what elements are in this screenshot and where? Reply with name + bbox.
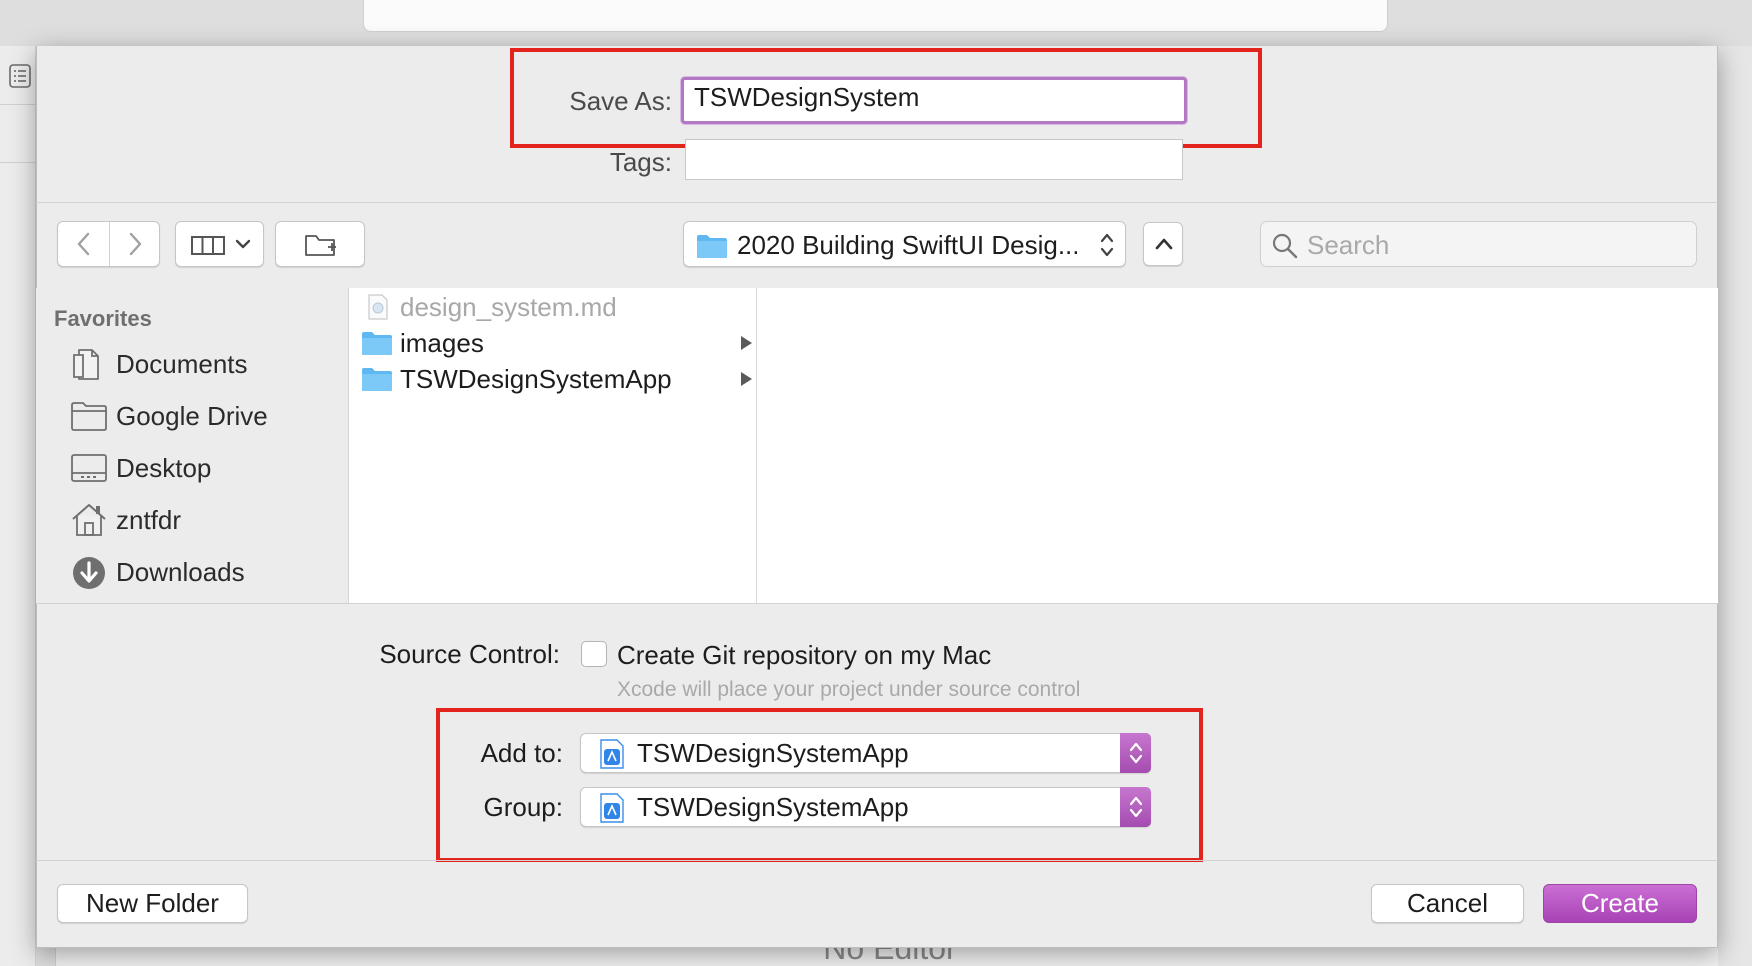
create-button[interactable]: Create <box>1543 884 1697 923</box>
sidebar-item-downloads[interactable]: Downloads <box>70 554 340 594</box>
chevron-down-icon <box>235 239 251 249</box>
column-view-icon <box>191 236 225 255</box>
file-row-tswdesignsystemapp[interactable]: TSWDesignSystemApp <box>361 362 752 396</box>
tags-label: Tags: <box>609 147 672 177</box>
folder-icon <box>362 332 392 355</box>
file-name: TSWDesignSystemApp <box>400 364 672 394</box>
file-name: design_system.md <box>400 292 617 322</box>
sidebar-item-google-drive[interactable]: Google Drive <box>70 398 340 438</box>
chevron-left-icon[interactable] <box>74 231 94 257</box>
chevron-up-icon <box>1155 238 1173 250</box>
new-folder-icon <box>305 235 336 256</box>
search-icon <box>1272 233 1298 259</box>
separator-top <box>36 202 1718 203</box>
sidebar-item-label: Desktop <box>116 453 212 483</box>
file-row-images[interactable]: images <box>361 326 752 360</box>
sidebar-item-label: Google Drive <box>116 401 268 431</box>
background-right-strip <box>1718 46 1752 966</box>
markdown-file-icon <box>368 294 388 320</box>
location-popup[interactable]: 2020 Building SwiftUI Desig... <box>683 221 1126 267</box>
folder-icon <box>697 235 727 258</box>
folder-icon <box>362 368 392 391</box>
file-row-design-system-md[interactable]: design_system.md <box>361 290 751 324</box>
sidebar-item-label: Downloads <box>116 557 245 587</box>
sidebar-item-home[interactable]: zntfdr <box>70 502 340 542</box>
view-mode-button[interactable] <box>175 221 264 267</box>
sidebar-item-label: zntfdr <box>116 505 182 535</box>
highlight-box-add-to-group <box>436 708 1203 862</box>
tags-field[interactable] <box>685 139 1183 180</box>
chevron-right-icon[interactable] <box>125 231 145 257</box>
create-git-checkbox[interactable] <box>581 641 607 667</box>
search-field[interactable]: Search <box>1260 221 1697 267</box>
source-control-label: Source Control: <box>379 639 560 669</box>
background-title-field <box>363 0 1388 32</box>
new-folder-toolbar-button[interactable] <box>275 221 365 267</box>
cancel-button[interactable]: Cancel <box>1371 884 1524 923</box>
file-name: images <box>400 328 484 358</box>
column-divider <box>756 288 757 603</box>
separator-middle <box>36 603 1718 604</box>
sidebar-heading: Favorites <box>54 306 152 331</box>
up-down-icon <box>1100 233 1114 257</box>
highlight-box-save-as <box>510 48 1262 148</box>
separator-bottom <box>36 860 1718 861</box>
search-placeholder: Search <box>1307 230 1390 260</box>
sidebar-item-documents[interactable]: Documents <box>70 346 340 386</box>
source-control-hint: Xcode will place your project under sour… <box>617 678 1081 701</box>
new-folder-button[interactable]: New Folder <box>57 884 248 923</box>
downloads-icon <box>73 557 105 589</box>
documents-icon <box>73 349 99 380</box>
background-navigator-strip <box>0 46 36 966</box>
disclosure-arrow-icon <box>741 372 752 386</box>
disclosure-arrow-icon <box>741 336 752 350</box>
list-icon[interactable] <box>9 64 31 88</box>
enclosing-folder-button[interactable] <box>1143 222 1183 266</box>
sidebar-item-desktop[interactable]: Desktop <box>70 450 340 490</box>
location-label: 2020 Building SwiftUI Desig... <box>737 230 1077 260</box>
desktop-icon <box>71 454 107 482</box>
create-git-label[interactable]: Create Git repository on my Mac <box>617 639 991 671</box>
folder-icon <box>71 402 107 431</box>
home-icon <box>72 504 106 536</box>
sidebar-item-label: Documents <box>116 349 248 379</box>
